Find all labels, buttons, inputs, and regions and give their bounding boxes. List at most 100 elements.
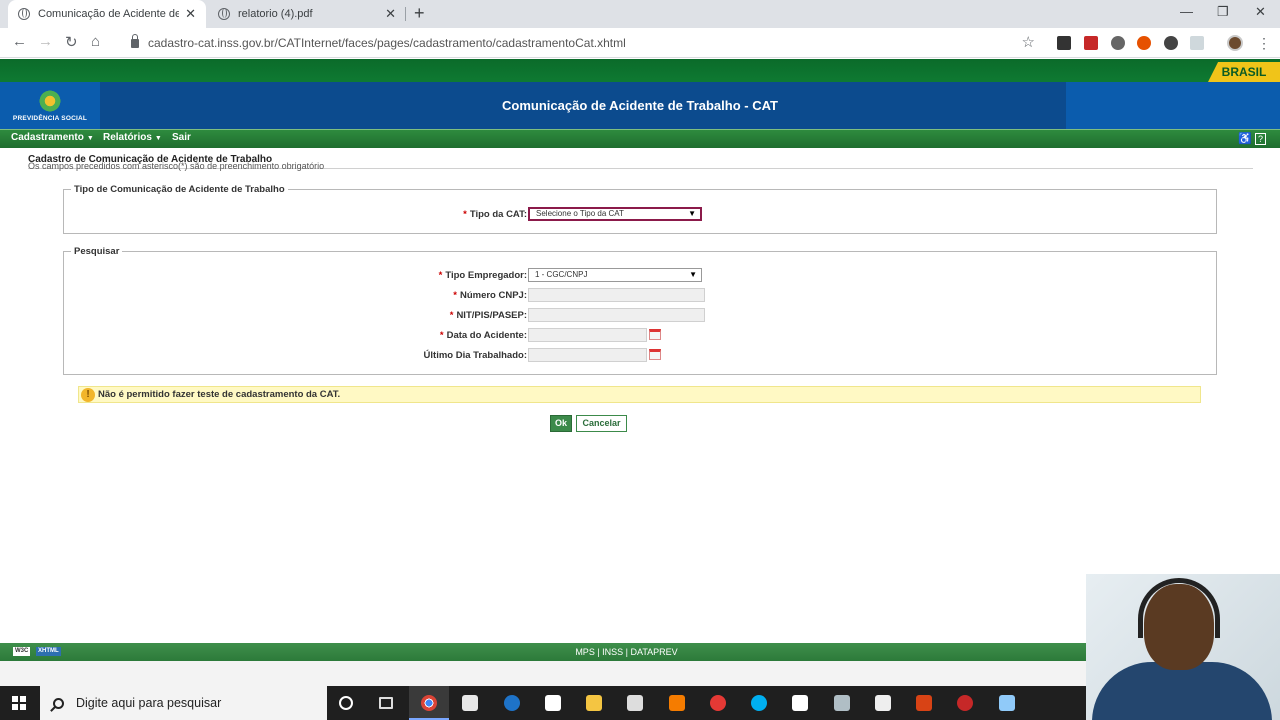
windows-taskbar: Digite aqui para pesquisar	[0, 686, 1086, 720]
windows-start-icon[interactable]	[12, 696, 26, 710]
chevron-down-icon: ▼	[154, 135, 162, 142]
app-icon[interactable]	[834, 695, 850, 711]
back-icon[interactable]: ←	[12, 33, 27, 50]
tipo-empregador-label: * Tipo Empregador:	[380, 270, 527, 281]
mail-icon[interactable]	[462, 695, 478, 711]
close-tab-icon[interactable]: ✕	[385, 6, 396, 22]
chevron-down-icon: ▼	[86, 135, 94, 142]
tipo-empregador-select[interactable]: 1 - CGC/CNPJ ▼	[528, 268, 702, 282]
cortana-icon[interactable]	[339, 696, 353, 710]
taskbar-search-placeholder: Digite aqui para pesquisar	[76, 696, 222, 710]
chrome-icon[interactable]	[421, 695, 437, 711]
close-window-icon[interactable]: ✕	[1255, 4, 1266, 20]
ultimo-dia-label: Último Dia Trabalhado:	[380, 350, 527, 361]
dropdown-arrow-icon: ▼	[689, 270, 697, 279]
data-acidente-input[interactable]	[528, 328, 647, 342]
pdf-extension-icon[interactable]	[1084, 36, 1098, 50]
required-mark: *	[453, 290, 457, 301]
ok-button[interactable]: Ok	[550, 415, 572, 432]
help-icon[interactable]: ?	[1254, 133, 1266, 145]
ultimo-dia-input[interactable]	[528, 348, 647, 362]
file-explorer-icon[interactable]	[586, 695, 602, 711]
tipo-cat-label: * Tipo da CAT:	[420, 209, 527, 220]
dropdown-arrow-icon: ▼	[688, 209, 696, 218]
tipo-empregador-label-text: Tipo Empregador:	[445, 270, 527, 281]
extension-icon[interactable]	[1057, 36, 1071, 50]
cnpj-input[interactable]	[528, 288, 705, 302]
reload-icon[interactable]: ↻	[65, 33, 78, 51]
menu-icon[interactable]: ⋮	[1257, 35, 1271, 52]
powerpoint-icon[interactable]	[916, 695, 932, 711]
warning-message: ! Não é permitido fazer teste de cadastr…	[78, 386, 1201, 403]
excel-icon[interactable]	[545, 695, 561, 711]
calendar-icon[interactable]	[649, 329, 661, 340]
extension-icon[interactable]	[1164, 36, 1178, 50]
extension-icon[interactable]	[1137, 36, 1151, 50]
edge-icon[interactable]	[504, 695, 520, 711]
app-icon[interactable]	[710, 695, 726, 711]
document-icon[interactable]	[792, 695, 808, 711]
taskbar-search[interactable]: Digite aqui para pesquisar	[40, 686, 327, 720]
required-mark: *	[449, 310, 454, 321]
browser-tab-inactive[interactable]: relatorio (4).pdf ✕	[208, 0, 406, 28]
avast-icon[interactable]	[669, 695, 685, 711]
presenter-body	[1092, 662, 1272, 720]
address-bar[interactable]: cadastro-cat.inss.gov.br/CATInternet/fac…	[115, 31, 1045, 55]
warning-icon: !	[81, 387, 95, 402]
profile-avatar[interactable]	[1227, 35, 1243, 51]
pesquisar-legend: Pesquisar	[74, 246, 120, 257]
site-banner: PREVIDÊNCIA SOCIAL Comunicação de Aciden…	[0, 82, 1280, 129]
tipo-cat-legend: Tipo de Comunicação de Acidente de Traba…	[74, 184, 285, 195]
calendar-icon[interactable]	[649, 349, 661, 360]
data-acidente-label: * Data do Acidente:	[380, 330, 527, 341]
skype-icon[interactable]	[751, 695, 767, 711]
paint-icon[interactable]	[999, 695, 1015, 711]
nit-label-text: NIT/PIS/PASEP:	[456, 310, 527, 321]
headphones-icon	[1138, 578, 1220, 638]
menu-icons: ♿ ?	[1238, 132, 1266, 145]
required-mark: *	[463, 209, 467, 220]
nit-label: * NIT/PIS/PASEP:	[380, 310, 527, 321]
cancel-button[interactable]: Cancelar	[576, 415, 627, 432]
browser-tab-active[interactable]: Comunicação de Acidente de Trab ✕	[8, 0, 206, 28]
app-icon[interactable]	[957, 695, 973, 711]
url-text: cadastro-cat.inss.gov.br/CATInternet/fac…	[148, 36, 626, 50]
microphone-icon[interactable]	[875, 695, 891, 711]
browser-toolbar: ← → ↻ ⌂ cadastro-cat.inss.gov.br/CATInte…	[0, 28, 1280, 58]
forward-icon[interactable]: →	[38, 33, 53, 50]
home-icon[interactable]: ⌂	[91, 33, 100, 50]
page-subtitle: Os campos precedidos com asterisco(*) sã…	[28, 161, 325, 171]
menu-item-cadastramento[interactable]: Cadastramento ▼	[11, 132, 94, 143]
restore-icon[interactable]: ❐	[1217, 4, 1229, 20]
minimize-icon[interactable]: —	[1180, 4, 1193, 19]
tipo-cat-label-text: Tipo da CAT:	[469, 209, 527, 220]
main-menu: Cadastramento ▼ Relatórios ▼ Sair ♿ ?	[0, 129, 1280, 148]
code-extension-icon[interactable]	[1190, 36, 1204, 50]
warning-text: Não é permitido fazer teste de cadastram…	[98, 389, 341, 400]
data-acidente-label-text: Data do Acidente:	[446, 330, 527, 341]
cnpj-label: * Número CNPJ:	[380, 290, 527, 301]
close-tab-icon[interactable]: ✕	[185, 6, 196, 22]
nit-input[interactable]	[528, 308, 705, 322]
menu-item-relatorios[interactable]: Relatórios ▼	[103, 132, 162, 143]
new-tab-icon[interactable]: +	[414, 3, 425, 24]
menu-item-sair[interactable]: Sair	[172, 132, 191, 143]
tipo-cat-select[interactable]: Selecione o Tipo da CAT ▼	[528, 207, 702, 221]
brasil-link[interactable]: BRASIL	[1208, 62, 1280, 82]
footer-strip	[0, 661, 1086, 686]
globe-icon	[218, 8, 230, 20]
search-icon	[53, 697, 64, 709]
required-mark: *	[439, 330, 444, 341]
tipo-cat-select-value: Selecione o Tipo da CAT	[536, 209, 624, 218]
banner-title: Comunicação de Acidente de Trabalho - CA…	[502, 98, 778, 113]
globe-icon	[18, 8, 30, 20]
accessibility-icon[interactable]: ♿	[1238, 133, 1252, 145]
cnpj-label-text: Número CNPJ:	[459, 290, 527, 301]
tipo-empregador-value: 1 - CGC/CNPJ	[535, 270, 588, 279]
task-view-icon[interactable]	[379, 697, 393, 709]
store-icon[interactable]	[627, 695, 643, 711]
extension-icon[interactable]	[1111, 36, 1125, 50]
star-icon[interactable]: ☆	[1022, 33, 1035, 51]
webcam-overlay	[1086, 574, 1280, 720]
lock-icon	[131, 33, 139, 48]
